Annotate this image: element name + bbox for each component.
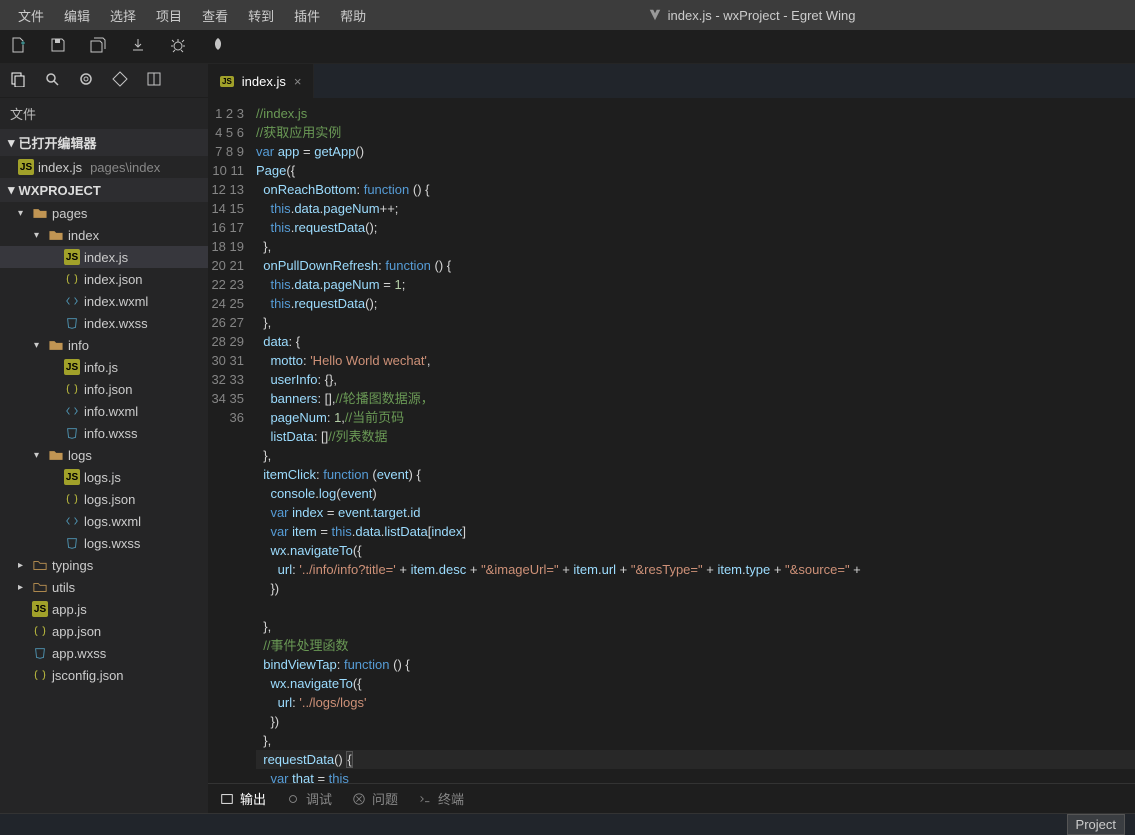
search-icon[interactable] xyxy=(44,71,60,90)
layout-icon[interactable] xyxy=(146,71,162,90)
js-file-icon: JS xyxy=(64,359,80,375)
save-all-icon[interactable] xyxy=(90,37,106,56)
menu-编辑[interactable]: 编辑 xyxy=(54,6,100,25)
tab-label: index.js xyxy=(242,74,286,89)
folder-icon xyxy=(32,205,48,221)
file-logs.wxss[interactable]: logs.wxss xyxy=(0,532,208,554)
sidebar: 文件 ▾ 已打开编辑器 JSindex.jspages\index ▾ WXPR… xyxy=(0,64,208,813)
js-file-icon: JS xyxy=(64,469,80,485)
line-gutter: 1 2 3 4 5 6 7 8 9 10 11 12 13 14 15 16 1… xyxy=(208,98,256,783)
folder-logs[interactable]: ▾logs xyxy=(0,444,208,466)
folder-pages[interactable]: ▾pages xyxy=(0,202,208,224)
menu-bar: 文件编辑选择项目查看转到插件帮助 index.js - wxProject - … xyxy=(0,0,1135,30)
menu-查看[interactable]: 查看 xyxy=(192,6,238,25)
chevron-down-icon: ▾ xyxy=(8,135,15,151)
file-logs.js[interactable]: JSlogs.js xyxy=(0,466,208,488)
ring-icon[interactable] xyxy=(78,71,94,90)
panel-problems[interactable]: 问题 xyxy=(352,789,398,808)
new-file-icon[interactable] xyxy=(10,37,26,56)
folder-index[interactable]: ▾index xyxy=(0,224,208,246)
file-info.wxml[interactable]: info.wxml xyxy=(0,400,208,422)
folder-info[interactable]: ▾info xyxy=(0,334,208,356)
file-app.json[interactable]: app.json xyxy=(0,620,208,642)
json-file-icon xyxy=(64,491,80,507)
file-jsconfig.json[interactable]: jsconfig.json xyxy=(0,664,208,686)
file-index.wxss[interactable]: index.wxss xyxy=(0,312,208,334)
json-file-icon xyxy=(32,667,48,683)
file-index.js[interactable]: JSindex.js xyxy=(0,246,208,268)
file-info.wxss[interactable]: info.wxss xyxy=(0,422,208,444)
file-logs.json[interactable]: logs.json xyxy=(0,488,208,510)
debug-icon[interactable] xyxy=(170,37,186,56)
file-app.wxss[interactable]: app.wxss xyxy=(0,642,208,664)
wxml-file-icon xyxy=(64,513,80,529)
js-file-icon: JS xyxy=(32,601,48,617)
panel-debug[interactable]: 调试 xyxy=(286,789,332,808)
chevron-icon: ▸ xyxy=(18,582,28,593)
close-icon[interactable]: × xyxy=(294,74,302,89)
rocket-icon[interactable] xyxy=(210,37,226,56)
open-editor-item[interactable]: JSindex.jspages\index xyxy=(0,156,208,178)
json-file-icon xyxy=(32,623,48,639)
js-file-icon: JS xyxy=(64,249,80,265)
file-index.json[interactable]: index.json xyxy=(0,268,208,290)
status-bar: Project xyxy=(0,813,1135,835)
menu-选择[interactable]: 选择 xyxy=(100,6,146,25)
menu-帮助[interactable]: 帮助 xyxy=(330,6,376,25)
panel-title: 文件 xyxy=(0,98,208,129)
menu-文件[interactable]: 文件 xyxy=(8,6,54,25)
menu-转到[interactable]: 转到 xyxy=(238,6,284,25)
file-index.wxml[interactable]: index.wxml xyxy=(0,290,208,312)
js-file-icon: JS xyxy=(18,159,34,175)
chevron-icon: ▾ xyxy=(34,230,44,241)
status-project[interactable]: Project xyxy=(1067,814,1125,835)
save-icon[interactable] xyxy=(50,37,66,56)
code-editor[interactable]: 1 2 3 4 5 6 7 8 9 10 11 12 13 14 15 16 1… xyxy=(208,98,1135,783)
window-title: index.js - wxProject - Egret Wing xyxy=(376,8,1127,23)
download-icon[interactable] xyxy=(130,37,146,56)
chevron-icon: ▾ xyxy=(34,340,44,351)
file-logs.wxml[interactable]: logs.wxml xyxy=(0,510,208,532)
project-header[interactable]: ▾ WXPROJECT xyxy=(0,178,208,202)
toolbar xyxy=(0,30,1135,64)
json-file-icon xyxy=(64,381,80,397)
folder-icon xyxy=(48,227,64,243)
app-icon xyxy=(648,8,662,22)
main-menu: 文件编辑选择项目查看转到插件帮助 xyxy=(8,6,376,25)
wxss-file-icon xyxy=(64,425,80,441)
folder-typings[interactable]: ▸typings xyxy=(0,554,208,576)
menu-项目[interactable]: 项目 xyxy=(146,6,192,25)
tab-index-js[interactable]: JS index.js × xyxy=(208,64,314,98)
bottom-panel: 输出 调试 问题 终端 xyxy=(208,783,1135,813)
wxss-file-icon xyxy=(64,535,80,551)
wxss-file-icon xyxy=(32,645,48,661)
code-content[interactable]: //index.js //获取应用实例 var app = getApp() P… xyxy=(256,98,1135,783)
chevron-down-icon: ▾ xyxy=(8,182,15,198)
menu-插件[interactable]: 插件 xyxy=(284,6,330,25)
sidebar-tabs xyxy=(0,64,208,98)
chevron-icon: ▸ xyxy=(18,560,28,571)
source-control-icon[interactable] xyxy=(112,71,128,90)
editor-tabs: JS index.js × xyxy=(208,64,1135,98)
json-file-icon xyxy=(64,271,80,287)
panel-output[interactable]: 输出 xyxy=(220,789,266,808)
folder-icon xyxy=(32,557,48,573)
wxml-file-icon xyxy=(64,293,80,309)
file-info.json[interactable]: info.json xyxy=(0,378,208,400)
file-app.js[interactable]: JSapp.js xyxy=(0,598,208,620)
editor-area: JS index.js × 1 2 3 4 5 6 7 8 9 10 11 12… xyxy=(208,64,1135,813)
folder-icon xyxy=(32,579,48,595)
js-file-icon: JS xyxy=(220,76,234,87)
wxml-file-icon xyxy=(64,403,80,419)
file-info.js[interactable]: JSinfo.js xyxy=(0,356,208,378)
chevron-icon: ▾ xyxy=(34,450,44,461)
chevron-icon: ▾ xyxy=(18,208,28,219)
open-editors-header[interactable]: ▾ 已打开编辑器 xyxy=(0,129,208,156)
folder-icon xyxy=(48,337,64,353)
folder-utils[interactable]: ▸utils xyxy=(0,576,208,598)
panel-terminal[interactable]: 终端 xyxy=(418,789,464,808)
explorer-icon[interactable] xyxy=(10,71,26,90)
folder-icon xyxy=(48,447,64,463)
wxss-file-icon xyxy=(64,315,80,331)
